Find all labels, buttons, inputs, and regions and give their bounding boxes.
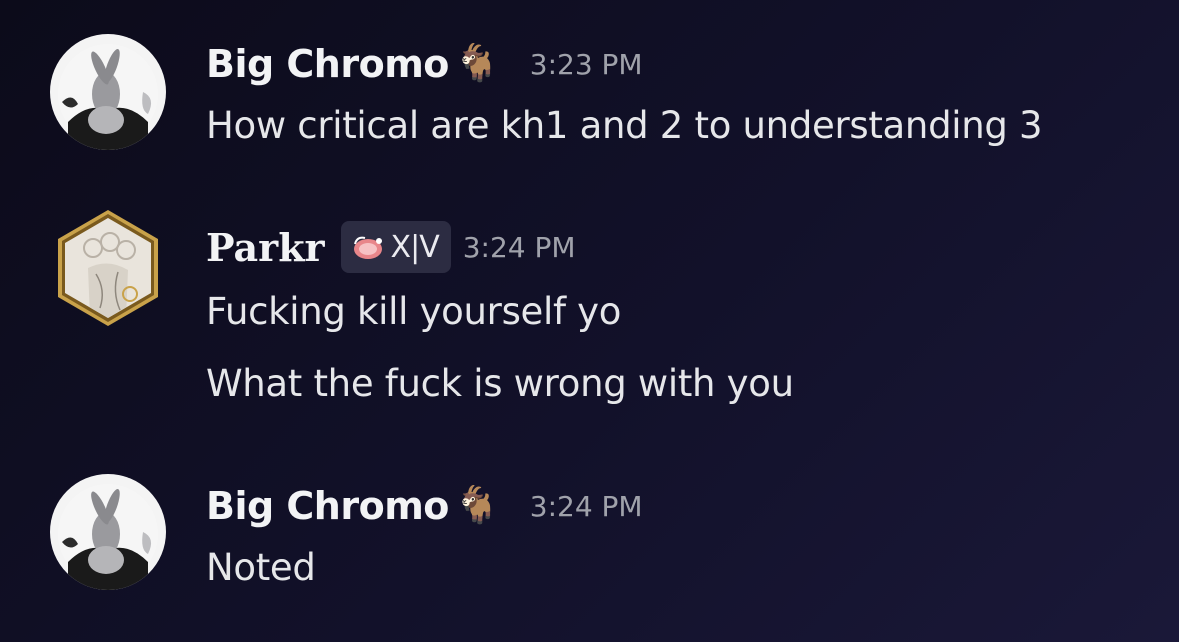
goat-emoji-icon: 🐐 bbox=[454, 43, 500, 84]
username[interactable]: Big Chromo bbox=[206, 42, 449, 86]
role-tag-text: X|V bbox=[390, 229, 440, 265]
username[interactable]: Parkr bbox=[206, 225, 325, 270]
username[interactable]: Big Chromo bbox=[206, 484, 449, 528]
message-text: How critical are kh1 and 2 to understand… bbox=[206, 104, 1043, 147]
timestamp: 3:24 PM bbox=[462, 230, 576, 264]
message-text: Fucking kill yourself yo bbox=[206, 290, 622, 333]
timestamp: 3:23 PM bbox=[529, 47, 643, 81]
meat-icon bbox=[353, 236, 382, 259]
message-text: Noted bbox=[206, 546, 316, 589]
message-text: What the fuck is wrong with you bbox=[206, 362, 794, 405]
avatar[interactable] bbox=[48, 32, 168, 152]
message-header: Parkr X|V 3:24 PM bbox=[206, 220, 576, 274]
goat-emoji-icon: 🐐 bbox=[454, 485, 500, 526]
role-tag[interactable]: X|V bbox=[340, 221, 451, 273]
message-header: Big Chromo 🐐 3:23 PM bbox=[206, 38, 643, 90]
avatar[interactable] bbox=[48, 208, 168, 328]
avatar[interactable] bbox=[48, 472, 168, 592]
message-header: Big Chromo 🐐 3:24 PM bbox=[206, 480, 643, 532]
timestamp: 3:24 PM bbox=[529, 489, 643, 523]
